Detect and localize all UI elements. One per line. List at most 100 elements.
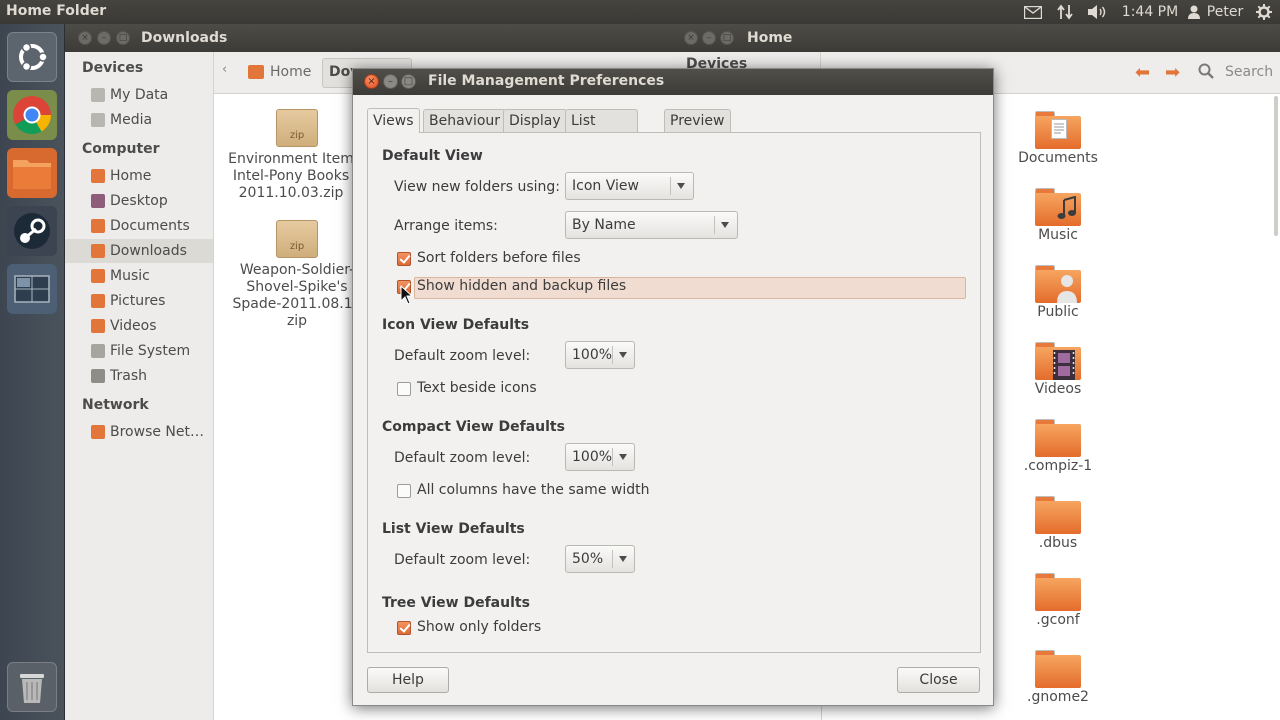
public-folder-icon[interactable]	[1035, 265, 1081, 303]
music-folder-icon	[91, 269, 105, 283]
sidebar-item-pictures[interactable]: Pictures	[65, 289, 213, 313]
zip-archive-icon[interactable]: zip	[276, 220, 318, 258]
sidebar-item-browse-network[interactable]: Browse Net…	[65, 420, 213, 444]
sidebar-item-downloads[interactable]: Downloads	[65, 239, 213, 263]
chevron-left-icon[interactable]: ‹	[222, 62, 227, 77]
arrow-right-icon[interactable]: ➡	[1165, 62, 1180, 83]
folder-icon[interactable]	[1035, 650, 1081, 688]
sidebar-item-desktop[interactable]: Desktop	[65, 189, 213, 213]
compact-zoom-select[interactable]: 100%	[565, 443, 635, 471]
tab-behaviour[interactable]: Behaviour	[423, 109, 507, 133]
close-icon[interactable]: ×	[684, 31, 698, 45]
videos-folder-icon[interactable]	[1035, 342, 1081, 380]
same-width-label[interactable]: All columns have the same width	[417, 482, 649, 498]
file-name[interactable]: Environment Item Intel-Pony Books 2011.1…	[226, 151, 356, 202]
folder-icon[interactable]	[1035, 419, 1081, 457]
folder-icon[interactable]	[1035, 496, 1081, 534]
show-only-folders-checkbox[interactable]	[397, 621, 411, 635]
icon-zoom-select[interactable]: 100%	[565, 341, 635, 369]
search-icon[interactable]	[1198, 63, 1214, 83]
breadcrumb-home[interactable]: Home	[270, 64, 311, 80]
chrome-icon[interactable]	[7, 90, 57, 140]
close-button[interactable]: Close	[897, 667, 980, 693]
sidebar-item-file-system[interactable]: File System	[65, 339, 213, 363]
sidebar-item-my-data[interactable]: My Data	[65, 83, 213, 107]
icon-zoom-label: Default zoom level:	[394, 348, 531, 364]
sidebar-item-media[interactable]: Media	[65, 108, 213, 132]
minimize-icon[interactable]: –	[97, 31, 111, 45]
help-button[interactable]: Help	[367, 667, 449, 693]
zip-archive-icon[interactable]: zip	[276, 109, 318, 147]
search-label[interactable]: Search	[1225, 64, 1273, 80]
drive-icon	[91, 88, 105, 102]
text-beside-icons-checkbox[interactable]	[397, 382, 411, 396]
same-width-checkbox[interactable]	[397, 484, 411, 498]
tab-list-columns[interactable]: List Columns	[565, 109, 638, 151]
scrollbar[interactable]	[1274, 96, 1278, 236]
sidebar-item-videos[interactable]: Videos	[65, 314, 213, 338]
drive-icon	[91, 113, 105, 127]
maximize-icon[interactable]: □	[720, 31, 734, 45]
folder-label[interactable]: .dbus	[998, 535, 1118, 551]
tab-views[interactable]: Views	[367, 108, 420, 133]
sidebar-item-home[interactable]: Home	[65, 164, 213, 188]
folder-label[interactable]: .gnome2	[998, 689, 1118, 705]
steam-icon[interactable]	[7, 206, 57, 256]
dialog-title: File Management Preferences	[428, 73, 665, 89]
home-folder-icon	[91, 169, 105, 183]
gear-icon[interactable]	[1254, 2, 1274, 22]
music-folder-icon[interactable]	[1035, 188, 1081, 226]
volume-icon[interactable]	[1086, 2, 1108, 22]
view-mode-select[interactable]: Icon View	[565, 172, 694, 200]
folder-label[interactable]: Public	[998, 304, 1118, 320]
places-sidebar: Devices My Data Media Computer Home Desk…	[65, 52, 214, 720]
show-hidden-label[interactable]: Show hidden and backup files	[417, 278, 626, 294]
workspace-switcher-icon[interactable]	[7, 264, 57, 314]
close-icon[interactable]: ×	[78, 31, 92, 45]
chevron-down-icon	[677, 183, 685, 189]
sort-folders-label[interactable]: Sort folders before files	[417, 250, 581, 266]
dialog-titlebar: × – □ File Management Preferences	[353, 69, 993, 95]
sort-folders-checkbox[interactable]	[397, 252, 411, 266]
sidebar-item-music[interactable]: Music	[65, 264, 213, 288]
tab-preview[interactable]: Preview	[664, 109, 731, 133]
folder-label[interactable]: Documents	[998, 150, 1118, 166]
folder-label[interactable]: Videos	[998, 381, 1118, 397]
minimize-icon[interactable]: –	[702, 31, 716, 45]
tab-display[interactable]: Display	[503, 109, 567, 133]
folder-label[interactable]: .compiz-1	[998, 458, 1118, 474]
files-icon[interactable]	[7, 148, 57, 198]
show-only-folders-label[interactable]: Show only folders	[417, 619, 541, 635]
window-title: Home	[747, 30, 793, 46]
trash-icon[interactable]	[7, 662, 57, 712]
window-title: Downloads	[141, 30, 228, 46]
videos-folder-icon	[91, 319, 105, 333]
sidebar-item-documents[interactable]: Documents	[65, 214, 213, 238]
section-compact-view-defaults: Compact View Defaults	[382, 419, 565, 435]
folder-label[interactable]: Music	[998, 227, 1118, 243]
minimize-icon[interactable]: –	[383, 74, 398, 89]
clock-time[interactable]: 1:44 PM	[1120, 2, 1180, 22]
maximize-icon[interactable]: □	[401, 74, 416, 89]
downloads-folder-icon	[91, 244, 105, 258]
folder-icon[interactable]	[1035, 573, 1081, 611]
desktop-icon	[91, 194, 105, 208]
close-icon[interactable]: ×	[364, 74, 379, 89]
user-name[interactable]: Peter	[1204, 2, 1246, 22]
file-name[interactable]: Weapon-Soldier- Shovel-Spike's Spade-201…	[232, 262, 362, 330]
sidebar-item-trash[interactable]: Trash	[65, 364, 213, 388]
documents-folder-icon[interactable]	[1035, 111, 1081, 149]
launcher	[0, 24, 65, 720]
arrow-left-icon[interactable]: ⬅	[1135, 62, 1150, 83]
ubuntu-logo-icon[interactable]	[7, 32, 57, 82]
arrange-items-select[interactable]: By Name	[565, 211, 738, 239]
arrange-items-label: Arrange items:	[394, 218, 498, 234]
maximize-icon[interactable]: □	[116, 31, 130, 45]
folder-label[interactable]: .gconf	[998, 612, 1118, 628]
sidebar-header-network: Network	[82, 397, 149, 413]
text-beside-icons-label[interactable]: Text beside icons	[417, 380, 537, 396]
chevron-down-icon	[619, 454, 627, 460]
list-zoom-select[interactable]: 50%	[565, 545, 635, 573]
network-icon[interactable]	[1054, 2, 1076, 22]
mail-icon[interactable]	[1022, 2, 1044, 22]
